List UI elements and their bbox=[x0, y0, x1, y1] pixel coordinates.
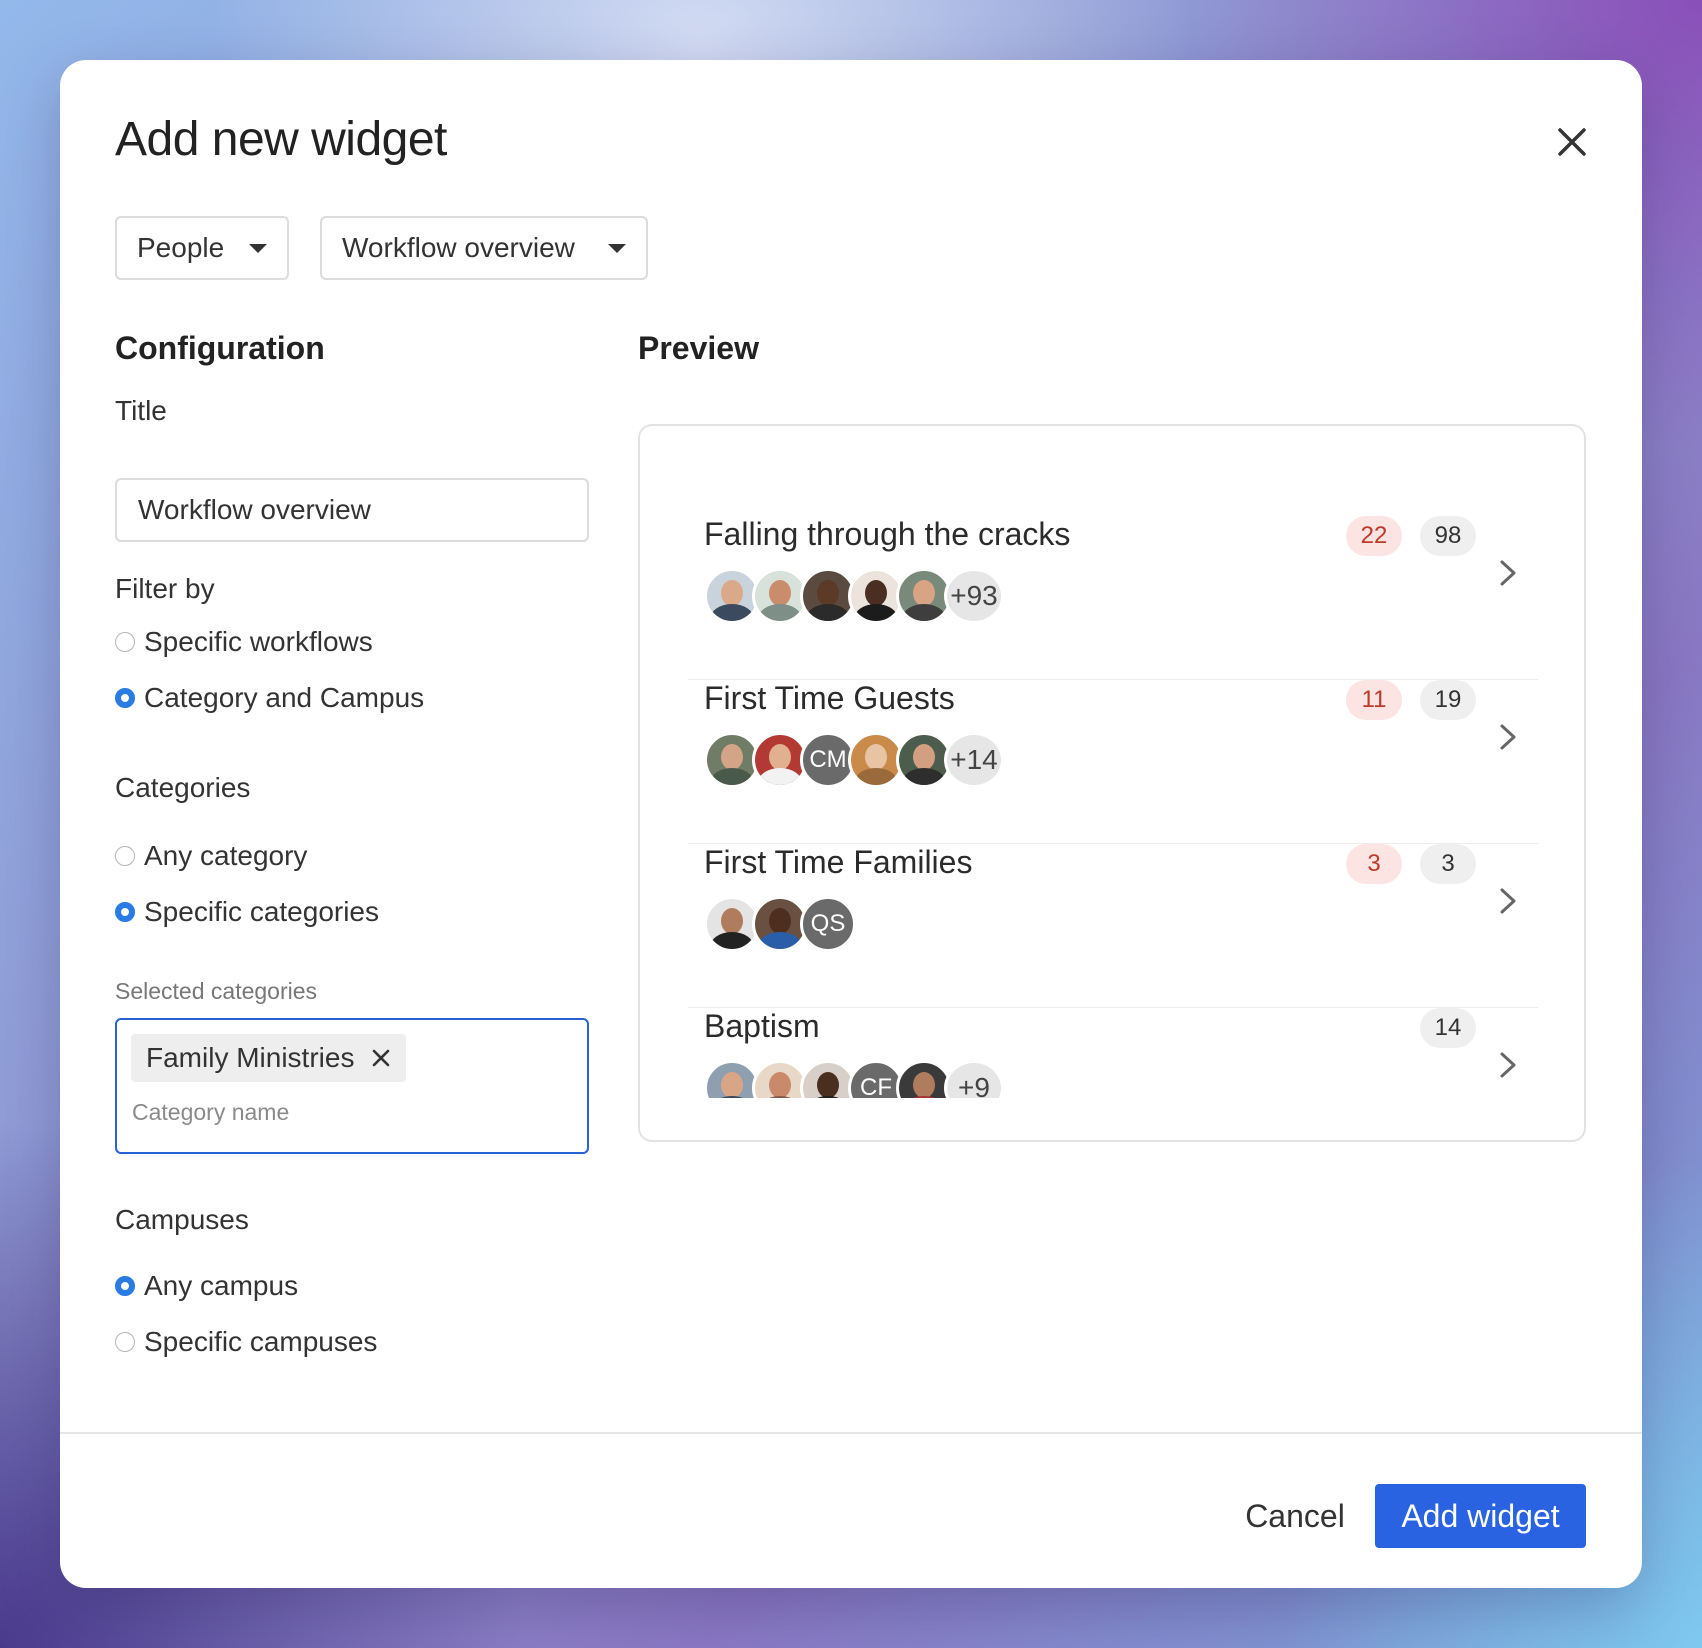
overdue-count-badge: 22 bbox=[1346, 516, 1402, 556]
radio-any-campus[interactable]: Any campus bbox=[115, 1270, 298, 1302]
total-count-badge: 3 bbox=[1420, 844, 1476, 884]
campuses-label: Campuses bbox=[115, 1204, 249, 1235]
overdue-count-badge: 11 bbox=[1346, 680, 1402, 720]
workflow-row[interactable]: Falling through the cracks 22 98 +93 bbox=[688, 516, 1538, 680]
title-input[interactable]: Workflow overview bbox=[115, 478, 589, 542]
radio-label: Category and Campus bbox=[144, 682, 425, 713]
configuration-heading: Configuration bbox=[115, 330, 325, 366]
radio-button[interactable] bbox=[115, 632, 135, 652]
radio-label: Specific campuses bbox=[144, 1326, 378, 1357]
avatar-stack: +93 bbox=[704, 568, 1004, 624]
category-tag-label: Family Ministries bbox=[146, 1042, 355, 1073]
title-input-value: Workflow overview bbox=[138, 494, 371, 525]
close-icon[interactable] bbox=[1550, 120, 1594, 164]
source-dropdown-label: People bbox=[137, 232, 225, 263]
footer-divider bbox=[60, 1432, 1642, 1434]
chevron-right-icon bbox=[1500, 888, 1516, 914]
radio-button-selected[interactable] bbox=[115, 1276, 135, 1296]
avatar-stack: CM +14 bbox=[704, 732, 1004, 788]
radio-specific-categories[interactable]: Specific categories bbox=[115, 896, 379, 928]
radio-specific-campuses[interactable]: Specific campuses bbox=[115, 1326, 377, 1358]
category-tag: Family Ministries bbox=[131, 1034, 407, 1082]
radio-button[interactable] bbox=[115, 1332, 135, 1352]
caret-down-icon bbox=[608, 243, 626, 253]
workflow-name: Falling through the cracks bbox=[704, 516, 1071, 552]
filter-by-label: Filter by bbox=[115, 573, 215, 604]
radio-label: Any category bbox=[144, 840, 308, 871]
modal-title: Add new widget bbox=[115, 113, 447, 166]
add-widget-modal: Add new widget People Workflow overview … bbox=[60, 60, 1642, 1588]
radio-label: Any campus bbox=[144, 1270, 299, 1301]
total-count-badge: 19 bbox=[1420, 680, 1476, 720]
radio-specific-workflows[interactable]: Specific workflows bbox=[115, 626, 373, 658]
source-dropdown[interactable]: People bbox=[115, 216, 289, 280]
overdue-count-badge: 3 bbox=[1346, 844, 1402, 884]
radio-category-and-campus[interactable]: Category and Campus bbox=[115, 682, 424, 714]
avatar-initials: QS bbox=[800, 896, 856, 952]
workflow-name: First Time Guests bbox=[704, 680, 955, 716]
radio-any-category[interactable]: Any category bbox=[115, 840, 307, 872]
preview-card: Falling through the cracks 22 98 +93 Fir… bbox=[638, 424, 1586, 1142]
total-count-badge: 14 bbox=[1420, 1008, 1476, 1048]
radio-button-selected[interactable] bbox=[115, 688, 135, 708]
preview-heading: Preview bbox=[638, 330, 759, 366]
widget-type-dropdown[interactable]: Workflow overview bbox=[320, 216, 648, 280]
radio-label: Specific workflows bbox=[144, 626, 373, 657]
workflow-name: Baptism bbox=[704, 1008, 820, 1044]
workflow-row[interactable]: First Time Guests 11 19 CM +14 bbox=[688, 680, 1538, 844]
chevron-right-icon bbox=[1500, 560, 1516, 586]
selected-categories-label: Selected categories bbox=[115, 978, 318, 1004]
radio-button-selected[interactable] bbox=[115, 902, 135, 922]
chevron-right-icon bbox=[1500, 724, 1516, 750]
widget-type-dropdown-label: Workflow overview bbox=[342, 232, 575, 263]
chevron-right-icon bbox=[1500, 1052, 1516, 1078]
title-label: Title bbox=[115, 395, 167, 426]
workflow-row[interactable]: First Time Families 3 3 QS bbox=[688, 844, 1538, 1008]
category-tag-input[interactable]: Family Ministries Category name bbox=[115, 1018, 589, 1154]
total-count-badge: 98 bbox=[1420, 516, 1476, 556]
avatar-stack: QS bbox=[704, 896, 856, 952]
category-search-input[interactable]: Category name bbox=[132, 1099, 573, 1126]
radio-label: Specific categories bbox=[144, 896, 380, 927]
categories-label: Categories bbox=[115, 772, 251, 803]
preview-clip-spacer bbox=[638, 1094, 1586, 1142]
add-widget-button[interactable]: Add widget bbox=[1375, 1484, 1586, 1548]
remove-tag-icon[interactable] bbox=[370, 1047, 392, 1069]
caret-down-icon bbox=[249, 243, 267, 253]
workflow-name: First Time Families bbox=[704, 844, 973, 880]
avatar-overflow-count: +93 bbox=[944, 568, 1004, 624]
avatar-overflow-count: +14 bbox=[944, 732, 1004, 788]
cancel-button[interactable]: Cancel bbox=[1230, 1484, 1360, 1548]
radio-button[interactable] bbox=[115, 846, 135, 866]
